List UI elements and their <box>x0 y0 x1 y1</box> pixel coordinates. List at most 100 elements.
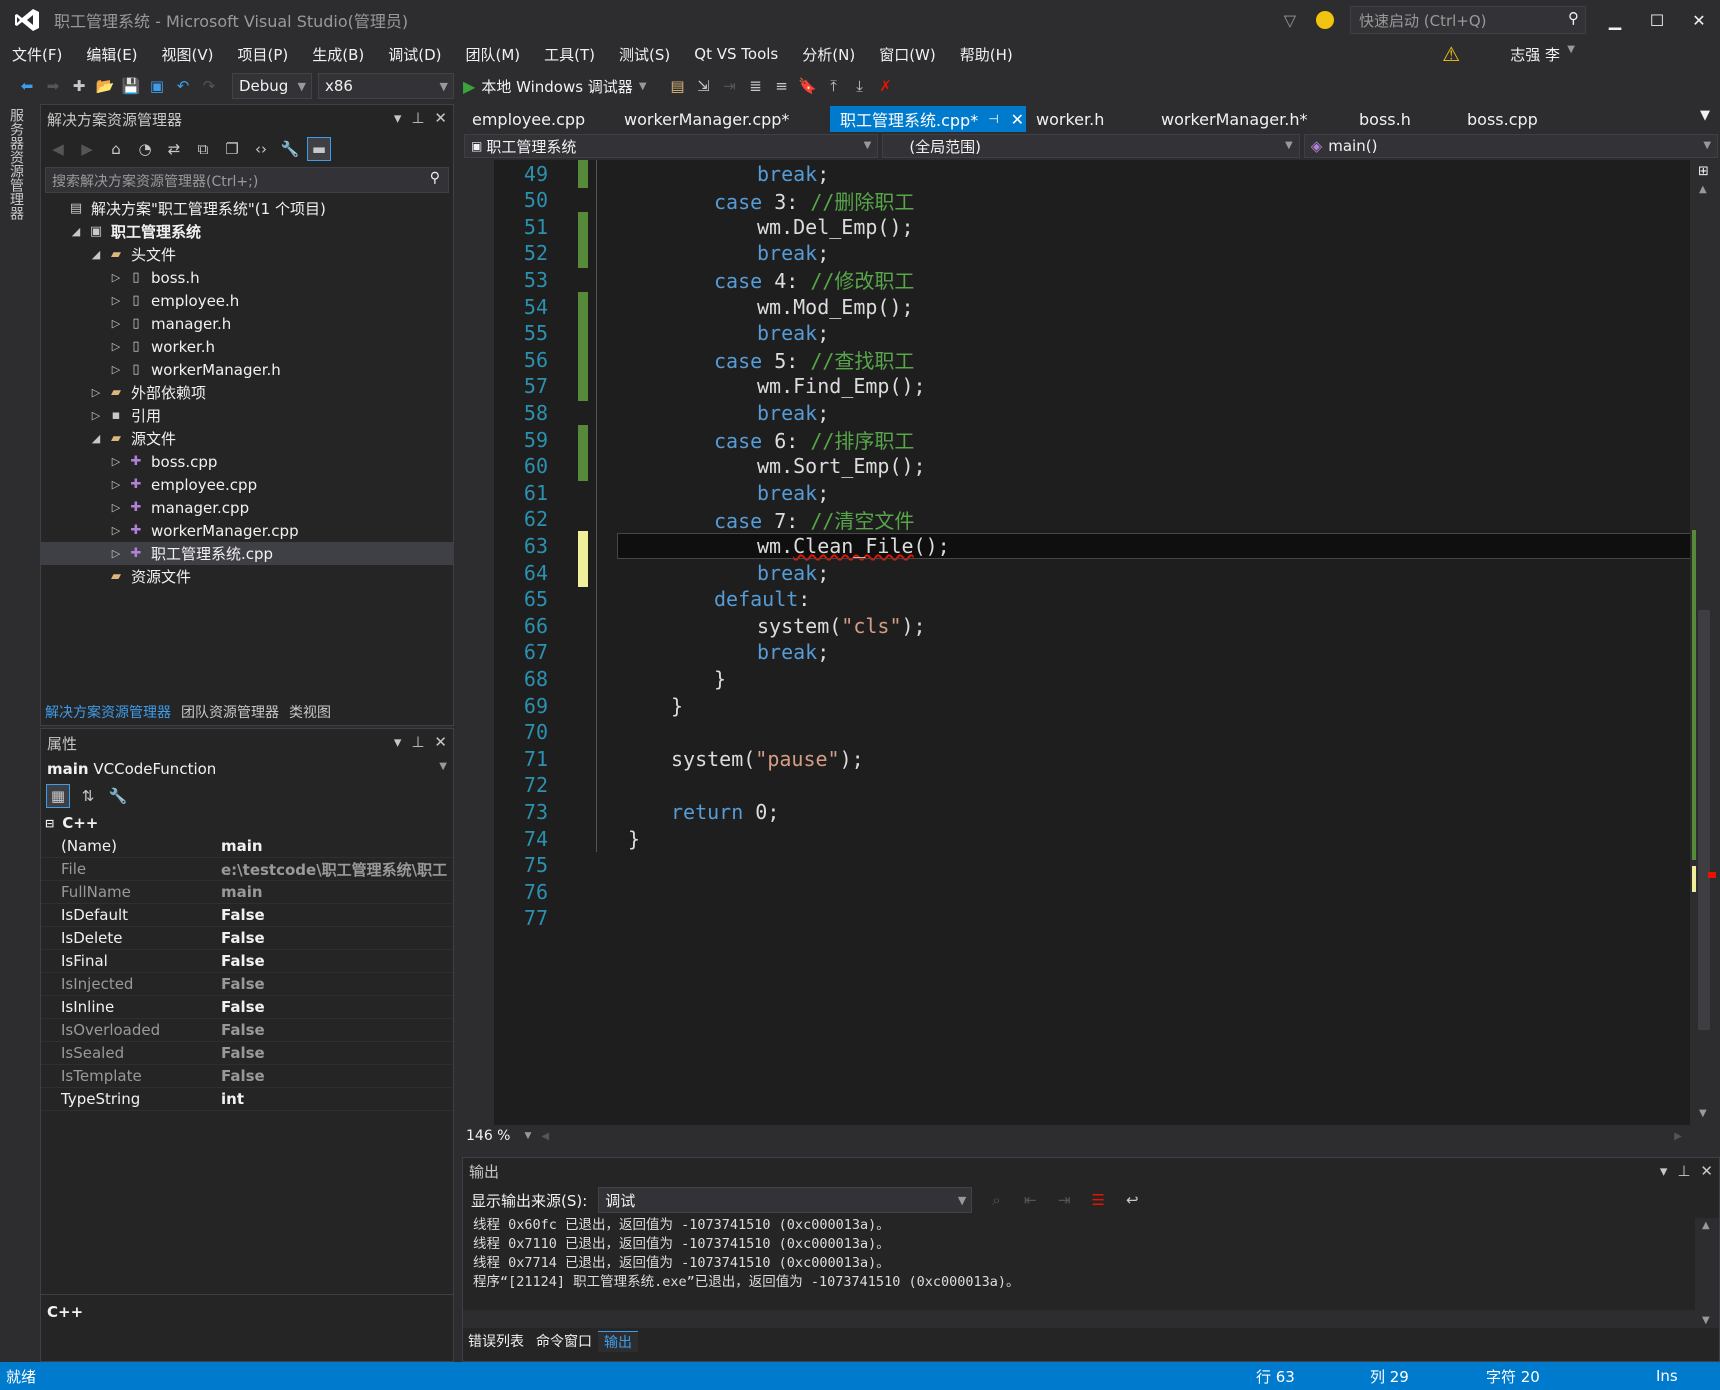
code-line[interactable]: 61 break; <box>494 478 1690 507</box>
code-text[interactable]: case 5: //查找职工 <box>628 345 914 374</box>
code-line[interactable]: 74} <box>494 824 1690 853</box>
code-line[interactable]: 70 <box>494 718 1690 747</box>
code-line[interactable]: 49 break; <box>494 160 1690 189</box>
collapse-arrow-icon[interactable]: ◢ <box>89 248 103 261</box>
close-icon[interactable]: ✕ <box>434 109 447 127</box>
find-message-icon[interactable]: ⌕ <box>984 1188 1008 1212</box>
menu-build[interactable]: 生成(B) <box>300 44 376 65</box>
property-pages-icon[interactable]: 🔧 <box>106 784 130 808</box>
back-icon[interactable]: ◀ <box>46 137 70 161</box>
property-row[interactable]: IsFinal False <box>41 950 453 973</box>
tree-node[interactable]: ◢ ▰ 头文件 <box>41 243 453 266</box>
code-text[interactable]: system("pause"); <box>628 747 864 771</box>
current-line[interactable]: wm. Clean_File (); <box>617 532 1690 559</box>
tree-node[interactable]: ▷ ▯ boss.h <box>41 266 453 289</box>
close-icon[interactable]: ✕ <box>1011 110 1024 129</box>
tree-node[interactable]: ▷ ▯ worker.h <box>41 335 453 358</box>
menu-file[interactable]: 文件(F) <box>0 44 74 65</box>
chevron-down-icon[interactable]: ▼ <box>524 1131 531 1141</box>
code-text[interactable]: case 4: //修改职工 <box>628 265 914 294</box>
property-value[interactable]: False <box>221 952 265 970</box>
tab-solution-explorer[interactable]: 解决方案资源管理器 <box>45 702 171 722</box>
view-code-icon[interactable]: ‹› <box>249 137 273 161</box>
minimize-button[interactable]: ▁ <box>1594 0 1636 40</box>
menu-team[interactable]: 团队(M) <box>454 44 533 65</box>
expand-arrow-icon[interactable]: ▷ <box>109 547 123 560</box>
pending-changes-filter-icon[interactable]: ◔ <box>133 137 157 161</box>
redo-icon[interactable]: ↷ <box>197 74 221 98</box>
property-value[interactable]: False <box>221 975 265 993</box>
tree-node[interactable]: ▷ ▪ 引用 <box>41 404 453 427</box>
code-line[interactable]: 59 case 6: //排序职工 <box>494 425 1690 455</box>
property-row[interactable]: IsInline False <box>41 996 453 1019</box>
collapse-arrow-icon[interactable]: ◢ <box>69 225 83 238</box>
warning-icon[interactable]: ⚠ <box>1442 42 1460 66</box>
code-line[interactable]: 75 <box>494 851 1690 880</box>
solution-search-input[interactable]: 搜索解决方案资源管理器(Ctrl+;) ⚲ <box>45 167 449 193</box>
code-line[interactable]: 65 default: <box>494 585 1690 614</box>
code-line[interactable]: 69} <box>494 691 1690 720</box>
previous-bookmark-icon[interactable]: ⤒ <box>822 74 846 98</box>
tree-node[interactable]: ▷ ▯ manager.h <box>41 312 453 335</box>
code-line[interactable]: 57 wm.Find_Emp(); <box>494 371 1690 401</box>
code-text[interactable]: wm.Del_Emp(); <box>628 215 914 239</box>
property-value[interactable]: main <box>221 837 263 855</box>
scroll-up-icon[interactable]: ▲ <box>1699 184 1707 195</box>
start-debugging-button[interactable]: ▶ 本地 Windows 调试器 ▼ <box>463 76 647 97</box>
toggle-word-wrap-icon[interactable]: ↩ <box>1120 1188 1144 1212</box>
menu-tools[interactable]: 工具(T) <box>532 44 607 65</box>
output-horizontal-scrollbar[interactable] <box>463 1310 1695 1328</box>
chevron-down-icon[interactable]: ▾ <box>394 109 402 127</box>
tab-boss-cpp[interactable]: boss.cpp <box>1457 106 1577 132</box>
tab-overflow-icon[interactable]: ▼ <box>1700 108 1710 123</box>
step-over-icon[interactable]: ⇥ <box>718 74 742 98</box>
show-all-files-icon[interactable]: ❐ <box>220 137 244 161</box>
code-text[interactable]: break; <box>628 321 829 345</box>
code-line[interactable]: 56 case 5: //查找职工 <box>494 345 1690 375</box>
scroll-up-icon[interactable]: ▲ <box>1702 1220 1710 1231</box>
property-row[interactable]: (Name) main <box>41 835 453 858</box>
chevron-down-icon[interactable]: ▼ <box>1567 44 1575 55</box>
maximize-button[interactable]: ☐ <box>1636 0 1678 40</box>
expand-arrow-icon[interactable]: ▷ <box>109 271 123 284</box>
alphabetical-icon[interactable]: ⇅ <box>76 784 100 808</box>
pin-icon[interactable]: ⊣ <box>988 112 998 126</box>
save-icon[interactable]: 💾 <box>119 74 143 98</box>
server-explorer-strip[interactable]: 服务器资源管理器 <box>0 104 36 1362</box>
tree-node[interactable]: ▷ ▯ employee.h <box>41 289 453 312</box>
property-value[interactable]: False <box>221 1021 265 1039</box>
code-line[interactable]: 72 <box>494 771 1690 800</box>
editor-vertical-scrollbar[interactable]: ⊞ ▲ ▼ <box>1690 160 1720 1125</box>
navigate-forward-icon[interactable]: ➡ <box>41 74 65 98</box>
output-source-select[interactable]: 调试 ▼ <box>598 1187 973 1213</box>
expand-arrow-icon[interactable]: ▷ <box>109 501 123 514</box>
property-value[interactable]: int <box>221 1090 244 1108</box>
property-value[interactable]: e:\testcode\职工管理系统\职工 <box>221 859 447 880</box>
tab-workermanager-h[interactable]: workerManager.h* <box>1151 106 1349 132</box>
bookmark-icon[interactable]: 🔖 <box>796 74 820 98</box>
category-header[interactable]: ⊟ C++ <box>41 811 453 835</box>
scope-selector[interactable]: (全局范围) ▼ <box>882 134 1300 158</box>
property-value[interactable]: False <box>221 906 265 924</box>
tree-node[interactable]: ▷ ✚ 职工管理系统.cpp <box>41 542 453 565</box>
code-text[interactable]: } <box>628 827 640 851</box>
property-value[interactable]: False <box>221 929 265 947</box>
scroll-left-icon[interactable]: ◀ <box>541 1131 549 1142</box>
property-row[interactable]: IsOverloaded False <box>41 1019 453 1042</box>
outdent-icon[interactable]: ≣ <box>744 74 768 98</box>
filter-icon[interactable]: ▽ <box>1284 11 1296 30</box>
tree-node[interactable]: ▰ 资源文件 <box>41 565 453 588</box>
solution-configuration-select[interactable]: Debug ▼ <box>232 73 312 99</box>
categorized-icon[interactable]: ▦ <box>46 784 70 808</box>
tree-node[interactable]: ◢ ▰ 源文件 <box>41 427 453 450</box>
code-text[interactable]: break; <box>628 640 829 664</box>
menu-edit[interactable]: 编辑(E) <box>74 44 149 65</box>
tree-node[interactable]: ▷ ✚ manager.cpp <box>41 496 453 519</box>
code-text[interactable]: } <box>628 694 683 718</box>
code-text[interactable]: case 3: //删除职工 <box>628 186 914 215</box>
pin-icon[interactable]: ⊥ <box>411 733 424 751</box>
next-bookmark-icon[interactable]: ⤓ <box>848 74 872 98</box>
step-into-icon[interactable]: ⇲ <box>692 74 716 98</box>
code-line[interactable]: 50 case 3: //删除职工 <box>494 186 1690 215</box>
indent-icon[interactable]: ≡ <box>770 74 794 98</box>
